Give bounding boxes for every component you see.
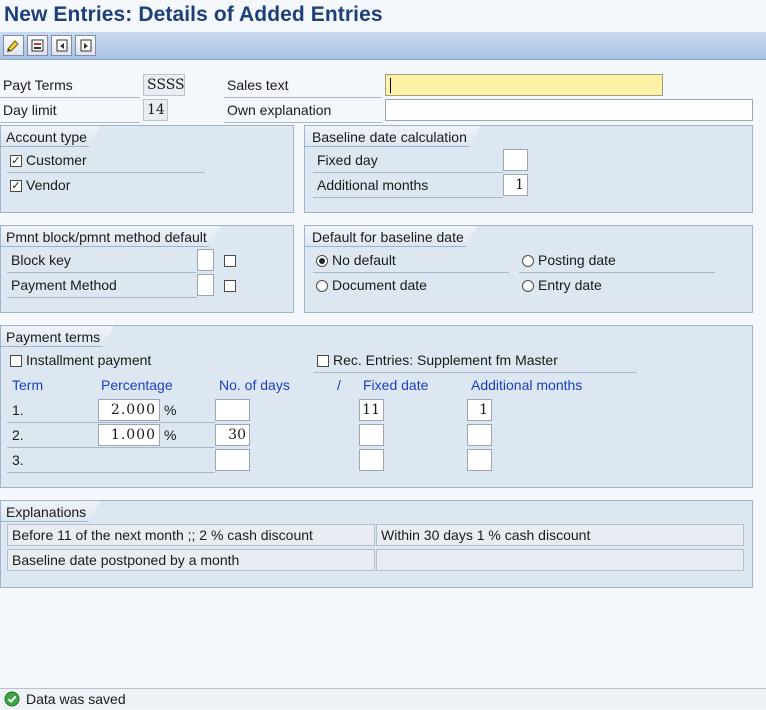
col-slash: /	[337, 377, 341, 393]
explanation-line: Baseline date postponed by a month	[7, 549, 375, 571]
term-number: 2.	[12, 427, 24, 443]
row-divider	[7, 172, 205, 173]
payment-terms-title: Payment terms	[1, 326, 114, 347]
text-cursor	[390, 78, 391, 93]
fixed-date-input[interactable]	[359, 424, 384, 446]
term-number: 3.	[12, 452, 24, 468]
explanations-title: Explanations	[1, 501, 100, 522]
explanation-line	[376, 549, 744, 571]
row-divider	[7, 297, 197, 298]
document-date-label: Document date	[332, 277, 427, 293]
explanations-group: Explanations Before 11 of the next month…	[0, 500, 753, 588]
rec-entries-label: Rec. Entries: Supplement fm Master	[333, 352, 558, 368]
percent-sign: %	[164, 402, 177, 418]
fixed-date-input[interactable]	[359, 449, 384, 471]
day-limit-value: 14	[143, 99, 168, 121]
additional-months-input[interactable]	[467, 449, 492, 471]
row-divider	[313, 272, 509, 273]
payment-terms-group: Payment terms Installment payment Rec. E…	[0, 325, 753, 488]
entry-date-label: Entry date	[538, 277, 602, 293]
col-fixed-date: Fixed date	[363, 377, 429, 393]
additional-months-label: Additional months	[317, 177, 429, 193]
customer-checkbox[interactable]: ✓	[10, 155, 22, 167]
customer-label: Customer	[26, 152, 87, 168]
page-title: New Entries: Details of Added Entries	[4, 3, 383, 26]
fixed-date-input[interactable]: 11	[359, 399, 384, 421]
days-input[interactable]	[215, 449, 250, 471]
save-variant-icon[interactable]	[27, 35, 48, 56]
row-divider	[224, 122, 382, 123]
row-divider	[0, 122, 140, 123]
row-divider	[313, 172, 503, 173]
baseline-default-title: Default for baseline date	[305, 226, 478, 247]
term-number: 1.	[12, 402, 24, 418]
next-entry-icon[interactable]	[75, 35, 96, 56]
no-default-radio[interactable]	[316, 255, 328, 267]
payment-method-input[interactable]	[197, 274, 214, 296]
row-divider	[7, 472, 215, 473]
installment-label: Installment payment	[26, 352, 152, 368]
previous-entry-icon[interactable]	[51, 35, 72, 56]
fixed-day-label: Fixed day	[317, 152, 378, 168]
own-explanation-input[interactable]	[385, 99, 753, 121]
row-divider	[313, 197, 503, 198]
account-type-title: Account type	[1, 126, 101, 147]
status-bar: Data was saved	[0, 688, 766, 709]
edit-glasses-icon[interactable]	[3, 35, 24, 56]
row-divider	[224, 97, 382, 98]
row-divider	[519, 272, 715, 273]
posting-date-label: Posting date	[538, 252, 616, 268]
pmnt-block-group: Pmnt block/pmnt method default Block key…	[0, 225, 294, 313]
additional-months-input[interactable]: 1	[503, 174, 528, 196]
entry-date-radio[interactable]	[522, 280, 534, 292]
additional-months-input[interactable]: 1	[467, 399, 492, 421]
additional-months-input[interactable]	[467, 424, 492, 446]
baseline-calculation-title: Baseline date calculation	[305, 126, 481, 147]
account-type-group: Account type ✓ Customer ✓ Vendor	[0, 125, 294, 213]
rec-entries-checkbox[interactable]	[317, 355, 329, 367]
block-key-label: Block key	[11, 252, 71, 268]
document-date-radio[interactable]	[316, 280, 328, 292]
status-message: Data was saved	[26, 691, 126, 707]
days-input[interactable]: 30	[215, 424, 250, 446]
percent-sign: %	[164, 427, 177, 443]
vendor-label: Vendor	[26, 177, 71, 193]
success-check-icon	[4, 691, 20, 710]
payt-terms-label: Payt Terms	[3, 77, 73, 93]
payt-terms-value: SSSS	[143, 74, 185, 96]
explanation-line: Within 30 days 1 % cash discount	[376, 524, 744, 546]
sales-text-label: Sales text	[227, 77, 289, 93]
baseline-calculation-group: Baseline date calculation Fixed day Addi…	[304, 125, 753, 213]
row-divider	[7, 447, 215, 448]
col-additional-months: Additional months	[471, 377, 583, 393]
fixed-day-input[interactable]	[503, 149, 528, 171]
row-divider	[0, 97, 140, 98]
row-divider	[7, 272, 197, 273]
posting-date-radio[interactable]	[522, 255, 534, 267]
day-limit-label: Day limit	[3, 102, 57, 118]
percentage-input[interactable]: 1.000	[98, 424, 160, 446]
col-days: No. of days	[219, 377, 290, 393]
explanation-line: Before 11 of the next month ;; 2 % cash …	[7, 524, 375, 546]
payment-method-label: Payment Method	[11, 277, 117, 293]
block-key-input[interactable]	[197, 249, 214, 271]
row-divider	[314, 372, 637, 373]
no-default-label: No default	[332, 252, 396, 268]
col-percentage: Percentage	[101, 377, 173, 393]
payment-method-checkbox[interactable]	[224, 280, 236, 292]
installment-checkbox[interactable]	[10, 355, 22, 367]
baseline-default-group: Default for baseline date No default Pos…	[304, 225, 753, 313]
days-input[interactable]	[215, 399, 250, 421]
own-explanation-label: Own explanation	[227, 102, 332, 118]
row-divider	[7, 422, 215, 423]
sales-text-input[interactable]	[385, 74, 663, 96]
vendor-checkbox[interactable]: ✓	[10, 180, 22, 192]
application-toolbar	[0, 32, 766, 60]
pmnt-block-title: Pmnt block/pmnt method default	[1, 226, 221, 247]
block-key-checkbox[interactable]	[224, 255, 236, 267]
col-term: Term	[12, 377, 44, 393]
percentage-input[interactable]: 2.000	[98, 399, 160, 421]
